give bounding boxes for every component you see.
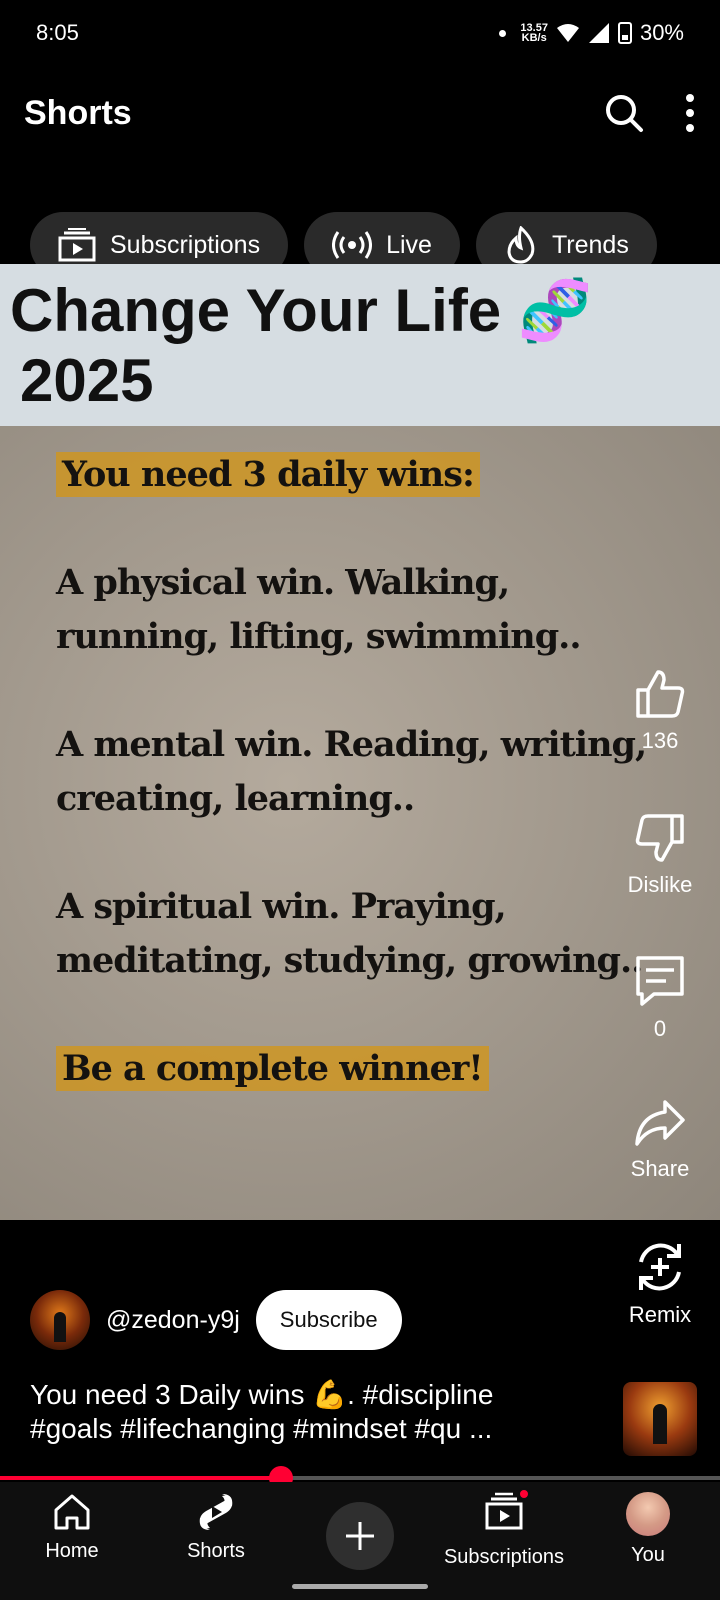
caption-line: #goals #lifechanging #mindset #qu ... (30, 1413, 493, 1444)
sound-thumbnail[interactable] (623, 1382, 697, 1456)
progress-fill (0, 1476, 281, 1480)
subscriptions-icon (58, 228, 96, 262)
nav-home-label: Home (45, 1540, 99, 1562)
bottom-nav: Home Shorts Subscriptions You (0, 1482, 720, 1600)
video-text-line: A spiritual win. Praying, meditating, st… (56, 886, 643, 981)
share-icon (635, 1100, 685, 1146)
home-icon (54, 1494, 90, 1530)
subscriptions-icon (485, 1492, 523, 1530)
signal-icon (588, 23, 609, 43)
comment-count: 0 (653, 1016, 667, 1041)
chip-label: Trends (551, 230, 629, 259)
video-title-overlay: Change Your Life 🧬 2025 (0, 264, 720, 426)
comments-button[interactable]: 0 (610, 954, 710, 1042)
video-text-line: A mental win. Reading, writing, creating… (56, 724, 647, 819)
nav-shorts[interactable]: Shorts (144, 1482, 288, 1600)
remix-icon (639, 1243, 681, 1291)
video-text-line: Be a complete winner! (56, 1046, 489, 1091)
search-icon[interactable] (604, 93, 644, 133)
chip-label: Subscriptions (110, 230, 261, 259)
video-text-line: You need 3 daily wins: (56, 452, 480, 497)
comment-icon (636, 956, 684, 1006)
user-avatar (626, 1492, 670, 1536)
shorts-icon (199, 1494, 233, 1530)
share-button[interactable]: Share (610, 1098, 710, 1182)
nav-create[interactable] (288, 1482, 432, 1600)
trends-icon (507, 226, 535, 264)
remix-button[interactable]: Remix (610, 1240, 710, 1328)
like-button[interactable]: 136 (610, 668, 710, 754)
subscribe-button[interactable]: Subscribe (255, 1290, 402, 1350)
share-label: Share (630, 1156, 690, 1181)
video-text-line: A physical win. Walking, running, liftin… (56, 562, 582, 657)
remix-label: Remix (628, 1302, 692, 1327)
gesture-bar[interactable] (292, 1584, 428, 1589)
notification-dot-icon (499, 29, 507, 37)
app-header: Shorts (0, 78, 720, 148)
nav-you[interactable]: You (576, 1482, 720, 1600)
subscriptions-icon-wrap (484, 1488, 530, 1538)
dislike-label: Dislike (627, 872, 693, 897)
nav-home[interactable]: Home (0, 1482, 144, 1600)
status-icons: 13.57 KB/s 30% (499, 20, 684, 46)
net-speed: 13.57 KB/s (520, 23, 548, 44)
thumb-up-icon (636, 670, 685, 718)
video-title-line1: Change Your Life 🧬 (10, 277, 593, 344)
chip-label: Live (386, 230, 432, 259)
nav-shorts-label: Shorts (187, 1540, 245, 1562)
more-vert-icon[interactable] (684, 93, 696, 133)
plus-icon (346, 1522, 374, 1550)
channel-avatar[interactable] (30, 1290, 90, 1350)
video-title-line2: 2025 (20, 347, 154, 414)
video-caption[interactable]: You need 3 Daily wins 💪. #discipline #go… (30, 1378, 590, 1446)
caption-line: You need 3 Daily wins 💪. #discipline (30, 1379, 494, 1410)
live-icon (332, 231, 373, 259)
video-progress-bar[interactable] (0, 1466, 720, 1490)
wifi-icon (556, 24, 579, 42)
battery-icon (617, 22, 632, 44)
like-count: 136 (641, 728, 679, 753)
status-bar: 8:05 13.57 KB/s 30% (0, 0, 720, 66)
battery-level: 30% (639, 20, 684, 45)
header-actions (604, 93, 696, 133)
channel-handle[interactable]: @zedon-y9j (106, 1306, 240, 1335)
nav-subscriptions-label: Subscriptions (443, 1546, 565, 1568)
status-time: 8:05 (36, 20, 79, 45)
nav-you-label: You (631, 1544, 665, 1566)
create-button[interactable] (326, 1502, 394, 1570)
nav-subscriptions[interactable]: Subscriptions (432, 1482, 576, 1600)
channel-row: @zedon-y9j Subscribe (30, 1290, 402, 1350)
thumb-down-icon (635, 814, 684, 862)
video-text: You need 3 daily wins: A physical win. W… (56, 448, 676, 1150)
page-title: Shorts (24, 93, 132, 132)
net-speed-unit: KB/s (521, 32, 547, 44)
notification-badge (518, 1488, 530, 1500)
dislike-button[interactable]: Dislike (610, 812, 710, 898)
